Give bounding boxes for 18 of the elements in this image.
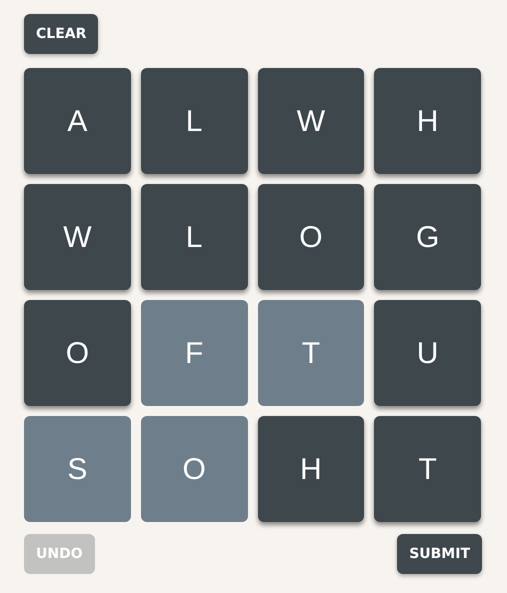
letter-tile[interactable]: G [374,184,481,290]
letter-tile[interactable]: H [258,416,364,522]
letter-tile[interactable]: A [24,68,131,174]
letter-tile[interactable]: S [24,416,131,522]
letter-tile[interactable]: H [374,68,481,174]
letter-tile[interactable]: O [258,184,364,290]
letter-tile[interactable]: L [140,184,248,290]
clear-button[interactable]: CLEAR [24,14,98,54]
letter-tile[interactable]: T [258,300,364,406]
letter-tile[interactable]: O [140,416,248,522]
letter-tile[interactable]: L [140,68,248,174]
letter-tile[interactable]: O [24,300,131,406]
letter-tile[interactable]: W [24,184,131,290]
letter-tile[interactable]: F [140,300,248,406]
letter-tile[interactable]: U [374,300,481,406]
submit-button[interactable]: SUBMIT [397,534,482,574]
letter-tile[interactable]: W [258,68,364,174]
letter-tile[interactable]: T [374,416,481,522]
